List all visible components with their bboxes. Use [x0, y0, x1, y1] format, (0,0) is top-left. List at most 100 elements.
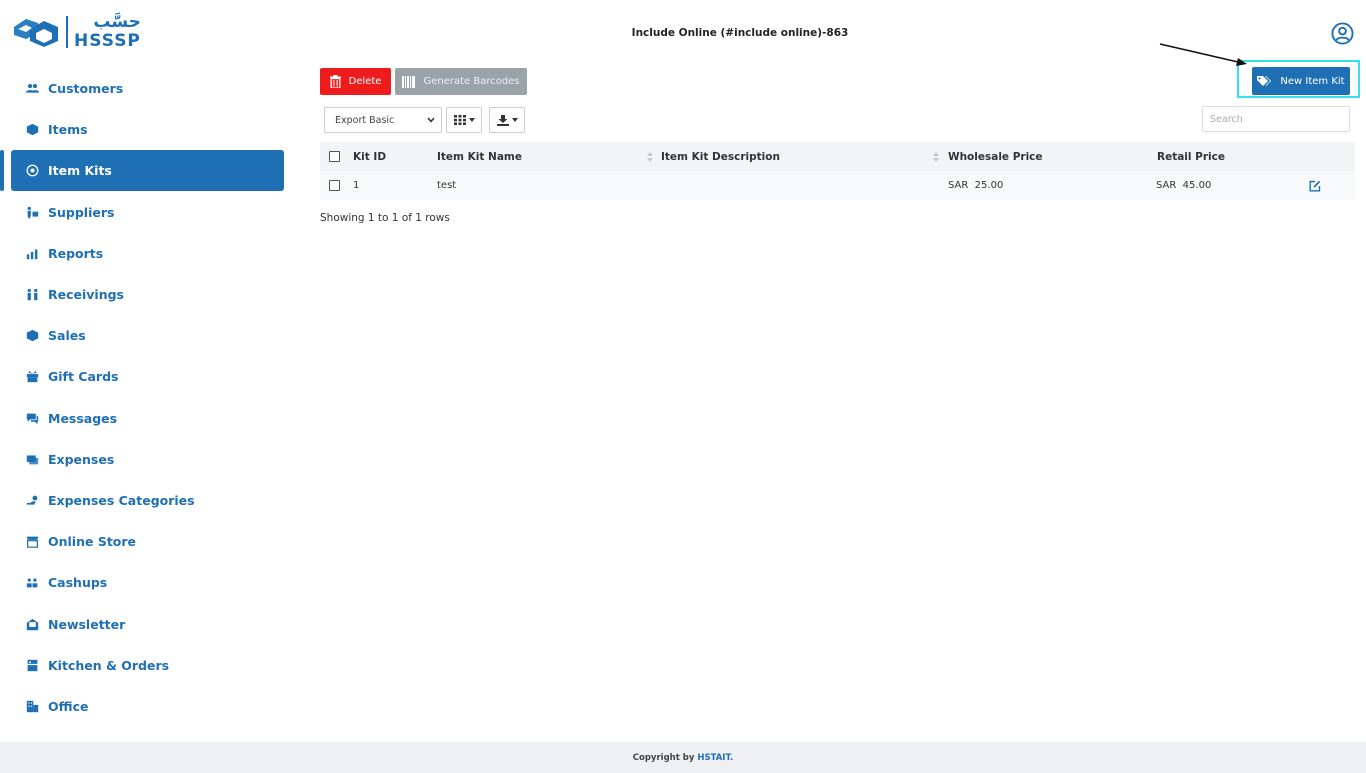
footer-copyright: Copyright by	[632, 752, 695, 763]
row-select-cell	[329, 171, 340, 200]
sidebar-item-items[interactable]: Items	[0, 109, 300, 150]
pointer-arrow-icon	[1159, 43, 1247, 66]
office-icon	[24, 698, 40, 714]
logo-english-text: HSSSP	[74, 31, 141, 51]
table-header-row: Kit ID Item Kit Name Item Kit Descriptio…	[320, 142, 1355, 171]
sidebar-item-label: Sales	[48, 328, 86, 344]
generate-barcodes-label: Generate Barcodes	[423, 76, 520, 87]
sidebar-item-gift-cards[interactable]: Gift Cards	[0, 356, 300, 397]
logo-text: حسَّب HSSSP	[74, 14, 141, 50]
new-item-kit-label: New Item Kit	[1280, 75, 1345, 87]
sidebar-item-messages[interactable]: Messages	[0, 398, 300, 439]
sidebar-item-label: Suppliers	[48, 204, 115, 220]
sidebar-item-item-kits[interactable]: Item Kits	[0, 150, 300, 192]
export-button[interactable]	[489, 107, 525, 133]
page-title: Include Online (#include online)-863	[631, 27, 849, 39]
cell-kit-id: 1	[353, 180, 360, 191]
sidebar-item-label: Cashups	[48, 575, 108, 591]
table-row: 1 test SAR 25.00 SAR 45.00	[320, 171, 1355, 200]
footer-brand-link[interactable]: HSTAIT.	[697, 753, 733, 763]
export-select[interactable]: Export Basic	[324, 107, 442, 133]
column-header-wholesale-price[interactable]: Wholesale Price	[948, 142, 1043, 171]
sidebar-item-label: Reports	[48, 245, 104, 261]
barcode-icon	[402, 75, 416, 88]
page: حسَّب HSSSP Include Online (#include onl…	[0, 0, 1366, 773]
cell-retail-price: SAR 45.00	[1156, 180, 1212, 191]
sidebar-item-label: Items	[48, 122, 88, 138]
sidebar-item-expenses-categories[interactable]: Expenses Categories	[0, 480, 300, 521]
sidebar-item-label: Gift Cards	[48, 369, 119, 385]
sidebar-nav: Customers Items Item Kits Suppliers Repo…	[0, 68, 300, 727]
column-header-kit-id[interactable]: Kit ID	[353, 142, 386, 171]
sidebar-item-sales[interactable]: Sales	[0, 315, 300, 356]
chevron-down-icon	[427, 117, 435, 123]
sidebar-item-reports[interactable]: Reports	[0, 233, 300, 274]
sidebar-item-receivings[interactable]: Receivings	[0, 274, 300, 315]
logo-mark-icon	[14, 19, 58, 47]
cell-wholesale-price: SAR 25.00	[948, 180, 1004, 191]
sidebar-item-label: Kitchen & Orders	[48, 657, 170, 673]
tags-icon	[1257, 75, 1272, 86]
user-account-icon[interactable]	[1331, 22, 1354, 45]
grid-icon	[453, 115, 466, 125]
sidebar-item-expenses[interactable]: Expenses	[0, 439, 300, 480]
sidebar-item-label: Messages	[48, 410, 118, 426]
sidebar-item-cashups[interactable]: Cashups	[0, 562, 300, 603]
sort-icon[interactable]	[647, 152, 653, 162]
sidebar-item-office[interactable]: Office	[0, 686, 300, 727]
active-indicator	[0, 150, 4, 192]
columns-toggle-button[interactable]	[446, 107, 482, 133]
gift-icon	[24, 369, 40, 385]
sales-icon	[24, 328, 40, 344]
sidebar-item-label: Item Kits	[48, 163, 112, 179]
column-header-item-kit-description[interactable]: Item Kit Description	[661, 142, 780, 171]
edit-cell	[1309, 171, 1321, 200]
footer: Copyright by HSTAIT.	[0, 742, 1366, 773]
logo-separator	[66, 16, 68, 48]
sidebar-item-label: Customers	[48, 81, 124, 97]
sidebar-item-label: Office	[48, 698, 89, 714]
sidebar-item-newsletter[interactable]: Newsletter	[0, 603, 300, 644]
chart-icon	[24, 245, 40, 261]
sidebar-item-online-store[interactable]: Online Store	[0, 521, 300, 562]
pagination-info: Showing 1 to 1 of 1 rows	[320, 212, 450, 224]
sidebar-item-kitchen-orders[interactable]: Kitchen & Orders	[0, 645, 300, 686]
logo-arabic-text: حسَّب	[93, 12, 141, 32]
delete-button[interactable]: Delete	[320, 68, 391, 95]
select-all-cell	[329, 142, 340, 171]
sidebar-item-label: Expenses Categories	[48, 492, 195, 508]
message-icon	[24, 410, 40, 426]
sidebar-item-suppliers[interactable]: Suppliers	[0, 192, 300, 233]
sidebar-item-label: Expenses	[48, 451, 115, 467]
sort-icon[interactable]	[933, 152, 939, 162]
caret-down-icon	[468, 118, 475, 122]
item-kits-table: Kit ID Item Kit Name Item Kit Descriptio…	[320, 142, 1355, 200]
receiving-icon	[24, 287, 40, 303]
sidebar-item-label: Receivings	[48, 287, 124, 303]
supplier-icon	[24, 204, 40, 220]
box-icon	[24, 122, 40, 138]
sidebar-item-label: Newsletter	[48, 616, 126, 632]
edit-icon[interactable]	[1309, 180, 1321, 192]
generate-barcodes-button[interactable]: Generate Barcodes	[395, 68, 527, 95]
caret-down-icon	[511, 118, 518, 122]
cell-item-kit-name: test	[437, 180, 457, 191]
store-icon	[24, 534, 40, 550]
brand-logo[interactable]: حسَّب HSSSP	[12, 12, 142, 52]
delete-button-label: Delete	[348, 76, 382, 87]
search-input[interactable]	[1202, 106, 1350, 132]
new-item-kit-button[interactable]: New Item Kit	[1252, 67, 1350, 95]
expense-categories-icon	[24, 492, 40, 508]
kitchen-icon	[24, 657, 40, 673]
select-all-checkbox[interactable]	[329, 151, 340, 162]
users-icon	[24, 81, 40, 97]
column-header-item-kit-name[interactable]: Item Kit Name	[437, 142, 522, 171]
sidebar-item-customers[interactable]: Customers	[0, 68, 300, 109]
column-header-retail-price[interactable]: Retail Price	[1157, 142, 1225, 171]
trash-icon	[329, 75, 341, 88]
row-checkbox[interactable]	[329, 180, 340, 191]
cashups-icon	[24, 575, 40, 591]
sidebar-item-label: Online Store	[48, 534, 137, 550]
download-icon	[496, 114, 509, 126]
newsletter-icon	[24, 616, 40, 632]
